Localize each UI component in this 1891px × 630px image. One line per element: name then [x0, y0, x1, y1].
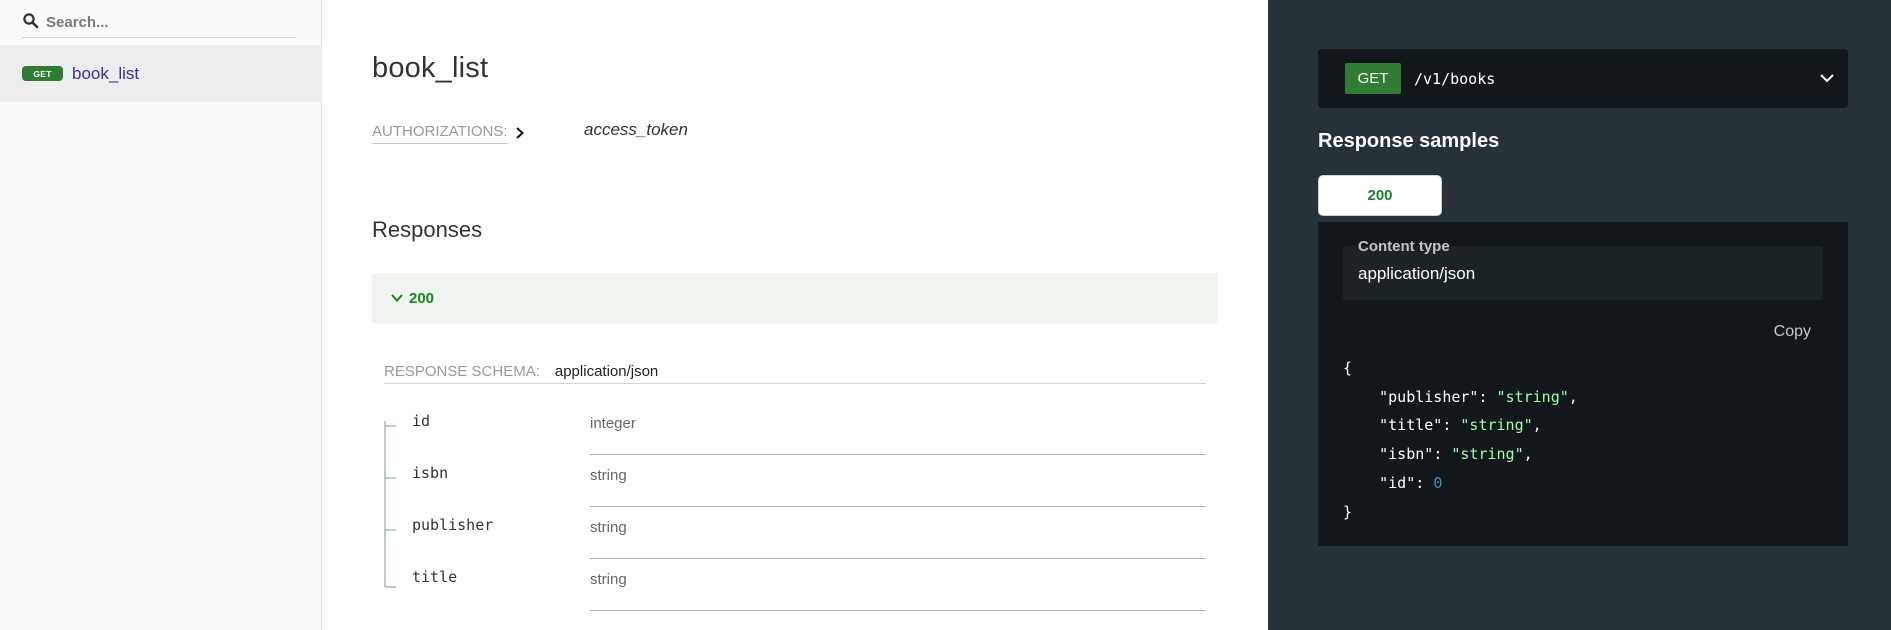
chevron-down-icon	[391, 294, 403, 302]
search-input[interactable]	[46, 12, 294, 32]
response-sample-panel: Content type application/json Copy { "pu…	[1318, 222, 1848, 546]
json-close-brace: }	[1343, 502, 1353, 521]
field-name: id	[412, 412, 431, 430]
tree-line-icon	[384, 421, 396, 455]
endpoint-method-badge: GET	[1345, 63, 1401, 94]
schema-field-row: isbn string	[384, 455, 1206, 507]
field-name: isbn	[412, 464, 449, 482]
chevron-right-icon	[515, 127, 524, 139]
json-value: "string"	[1496, 387, 1569, 406]
copy-button[interactable]: Copy	[1774, 323, 1811, 341]
authorizations-label: AUTHORIZATIONS:	[372, 123, 508, 144]
field-type: string	[590, 519, 627, 536]
response-schema-value: application/json	[554, 363, 659, 380]
get-method-badge: GET	[22, 66, 63, 81]
tab-200[interactable]: 200	[1318, 175, 1442, 216]
json-open-brace: {	[1343, 359, 1353, 377]
schema-field-row: publisher string	[384, 507, 1206, 559]
field-type: integer	[590, 415, 636, 432]
schema-field-row: title string	[384, 559, 1206, 611]
field-divider	[590, 610, 1206, 611]
json-value: 0	[1433, 473, 1443, 492]
tree-line-icon	[384, 559, 396, 588]
field-type: string	[590, 571, 627, 588]
sidebar-item-book-list[interactable]: GET book_list	[0, 45, 322, 102]
json-key: "publisher"	[1379, 387, 1479, 406]
tree-line-icon	[384, 507, 396, 559]
field-name: title	[412, 568, 458, 586]
auth-token: access_token	[584, 120, 688, 139]
authorizations-toggle[interactable]: AUTHORIZATIONS:	[372, 121, 526, 145]
response-schema-label: RESPONSE SCHEMA:	[384, 363, 540, 380]
responses-heading: Responses	[372, 217, 483, 242]
json-value: "string"	[1460, 416, 1533, 435]
page-title: book_list	[372, 52, 489, 84]
sidebar: GET book_list	[0, 0, 322, 630]
response-schema-row: RESPONSE SCHEMA: application/json	[384, 360, 1206, 384]
sidebar-item-label: book_list	[72, 63, 140, 83]
content-type-value: application/json	[1358, 264, 1476, 283]
search-box	[22, 10, 296, 38]
field-type: string	[590, 467, 627, 484]
response-code: 200	[409, 289, 435, 307]
json-key: "isbn"	[1379, 445, 1434, 464]
search-icon	[23, 13, 39, 29]
json-key: "id"	[1379, 473, 1416, 492]
right-panel: GET /v1/books Response samples 200 Conte…	[1268, 0, 1891, 630]
tree-line-icon	[384, 455, 396, 507]
main-content: book_list AUTHORIZATIONS: access_token R…	[322, 0, 1268, 630]
response-200-toggle[interactable]: 200	[372, 273, 1218, 323]
chevron-down-icon	[1820, 74, 1834, 83]
endpoint-path: /v1/books	[1414, 69, 1496, 88]
schema-field-row: id integer	[384, 403, 1206, 455]
json-value: "string"	[1451, 445, 1524, 464]
endpoint-toggle[interactable]: GET /v1/books	[1318, 49, 1848, 108]
content-type-select[interactable]: Content type application/json	[1343, 238, 1823, 300]
content-type-label: Content type	[1358, 238, 1450, 255]
json-sample: { "publisher": "string", "title": "strin…	[1343, 359, 1578, 521]
response-samples-heading: Response samples	[1318, 130, 1500, 152]
field-name: publisher	[412, 516, 494, 534]
json-key: "title"	[1379, 416, 1443, 435]
